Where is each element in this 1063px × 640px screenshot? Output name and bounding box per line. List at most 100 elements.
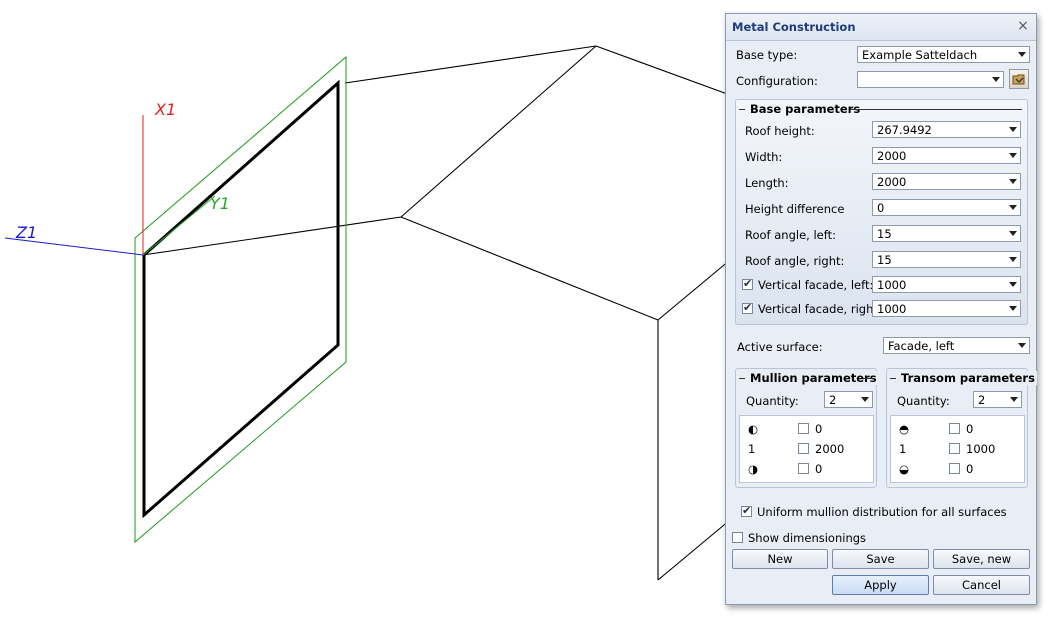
configuration-dropdown[interactable]	[857, 71, 1004, 88]
vertical-facade-right-label: Vertical facade, right:	[758, 302, 882, 316]
vertical-facade-left-label: Vertical facade, left:	[758, 278, 874, 292]
roof-ridge-back-right	[595, 45, 731, 96]
roof-height-field[interactable]: 267.9492	[872, 121, 1021, 138]
save-new-button[interactable]: Save, new	[933, 549, 1030, 569]
transom-row-value: 1000	[966, 442, 996, 456]
folder-icon	[1012, 74, 1025, 85]
vertical-facade-right-field[interactable]: 1000	[872, 300, 1021, 317]
transom-list: ◓ 0 1 1000 ◒ 0	[890, 415, 1025, 483]
base-type-value: Example Satteldach	[862, 48, 978, 62]
active-surface-dropdown[interactable]: Facade, left	[883, 337, 1030, 354]
show-dimensionings-label: Show dimensionings	[748, 531, 867, 545]
height-difference-label: Height difference	[745, 202, 845, 216]
mullion-right-edge-icon: ◑	[748, 462, 759, 476]
base-type-label: Base type:	[736, 48, 798, 62]
transom-quantity-label: Quantity:	[897, 394, 950, 408]
transom-row-checkbox[interactable]	[949, 463, 960, 474]
mullion-quantity-value: 2	[829, 393, 837, 407]
width-value: 2000	[877, 149, 907, 163]
transom-row-index: 1	[899, 442, 907, 456]
chevron-down-icon	[1009, 153, 1017, 158]
roof-angle-left-field[interactable]: 15	[872, 225, 1021, 242]
y-axis-label: Y1	[210, 194, 230, 213]
vertical-facade-left-field[interactable]: 1000	[872, 276, 1021, 293]
vertical-facade-right-checkbox[interactable]	[742, 301, 753, 314]
active-surface-label: Active surface:	[737, 340, 823, 354]
mullion-row-value: 2000	[815, 442, 845, 456]
mullion-list: ◐ 0 1 2000 ◑ 0	[739, 415, 874, 483]
mullion-row-checkbox[interactable]	[798, 423, 809, 434]
roof-angle-left-value: 15	[877, 227, 892, 241]
transom-row-checkbox[interactable]	[949, 423, 960, 434]
chevron-down-icon	[992, 77, 1000, 82]
uniform-distribution-checkbox[interactable]	[741, 504, 752, 517]
base-parameters-group: Base parameters Roof height: 267.9492 Wi…	[735, 99, 1028, 325]
chevron-down-icon	[1009, 127, 1017, 132]
mullion-parameters-title: Mullion parameters	[748, 371, 879, 385]
chevron-down-icon	[1018, 343, 1026, 348]
width-label: Width:	[745, 150, 783, 164]
base-parameters-title: Base parameters	[750, 102, 861, 116]
roof-eave-right	[657, 259, 731, 321]
chevron-down-icon	[1009, 231, 1017, 236]
save-button[interactable]: Save	[832, 549, 929, 569]
height-difference-field[interactable]: 0	[872, 199, 1021, 216]
chevron-down-icon	[1018, 52, 1026, 57]
transom-row-checkbox[interactable]	[949, 443, 960, 454]
mullion-row-checkbox[interactable]	[798, 443, 809, 454]
length-value: 2000	[877, 175, 907, 189]
roof-angle-left-label: Roof angle, left:	[745, 228, 836, 242]
dialog-titlebar[interactable]: Metal Construction ×	[726, 14, 1036, 41]
configuration-folder-button[interactable]	[1009, 69, 1029, 89]
transom-quantity-value: 2	[978, 393, 986, 407]
chevron-down-icon	[1009, 179, 1017, 184]
roof-slope-front	[400, 216, 659, 321]
roof-angle-right-value: 15	[877, 253, 892, 267]
transom-parameters-title: Transom parameters	[899, 371, 1037, 385]
z-axis-label: Z1	[15, 223, 37, 242]
transom-row-value: 0	[966, 422, 974, 436]
chevron-down-icon	[1009, 205, 1017, 210]
chevron-down-icon	[1010, 397, 1018, 402]
building-wireframe	[142, 45, 731, 581]
x-axis-label: X1	[154, 100, 176, 119]
mullion-row-checkbox[interactable]	[798, 463, 809, 474]
mullion-quantity-dropdown[interactable]: 2	[824, 391, 873, 408]
mullion-row-index: 1	[748, 442, 756, 456]
base-edge-right	[657, 519, 731, 581]
roof-height-value: 267.9492	[877, 123, 932, 137]
transom-parameters-group: Transom parameters Quantity: 2 ◓ 0 1 100…	[886, 368, 1037, 488]
height-difference-value: 0	[877, 201, 885, 215]
show-dimensionings-checkbox[interactable]	[732, 532, 743, 543]
apply-button[interactable]: Apply	[832, 575, 929, 595]
chevron-down-icon	[861, 397, 869, 402]
transom-quantity-dropdown[interactable]: 2	[973, 391, 1022, 408]
transom-top-edge-icon: ◓	[899, 422, 910, 436]
configuration-label: Configuration:	[736, 74, 818, 88]
close-icon[interactable]: ×	[1015, 17, 1031, 35]
vertical-facade-left-checkbox[interactable]	[742, 277, 753, 290]
vertical-facade-left-value: 1000	[877, 278, 907, 292]
facade-frame	[142, 79, 340, 519]
base-type-dropdown[interactable]: Example Satteldach	[857, 46, 1030, 63]
chevron-down-icon	[1009, 257, 1017, 262]
roof-ridge-back-left	[344, 45, 597, 84]
mullion-left-edge-icon: ◐	[748, 422, 759, 436]
transom-row-value: 0	[966, 462, 974, 476]
length-label: Length:	[745, 176, 789, 190]
new-button[interactable]: New	[732, 549, 828, 569]
mullion-quantity-label: Quantity:	[746, 394, 799, 408]
width-field[interactable]: 2000	[872, 147, 1021, 164]
chevron-down-icon	[1009, 282, 1017, 287]
cancel-button[interactable]: Cancel	[933, 575, 1030, 595]
roof-angle-right-field[interactable]: 15	[872, 251, 1021, 268]
mullion-parameters-group: Mullion parameters Quantity: 2 ◐ 0 1 200…	[735, 368, 879, 488]
active-surface-value: Facade, left	[888, 339, 955, 353]
roof-height-label: Roof height:	[745, 124, 815, 138]
dialog-title: Metal Construction	[732, 20, 856, 34]
mullion-row-value: 0	[815, 422, 823, 436]
metal-construction-dialog: Metal Construction × Base type: Example …	[725, 13, 1037, 605]
length-field[interactable]: 2000	[872, 173, 1021, 190]
transom-bottom-edge-icon: ◒	[899, 462, 910, 476]
chevron-down-icon	[1009, 306, 1017, 311]
